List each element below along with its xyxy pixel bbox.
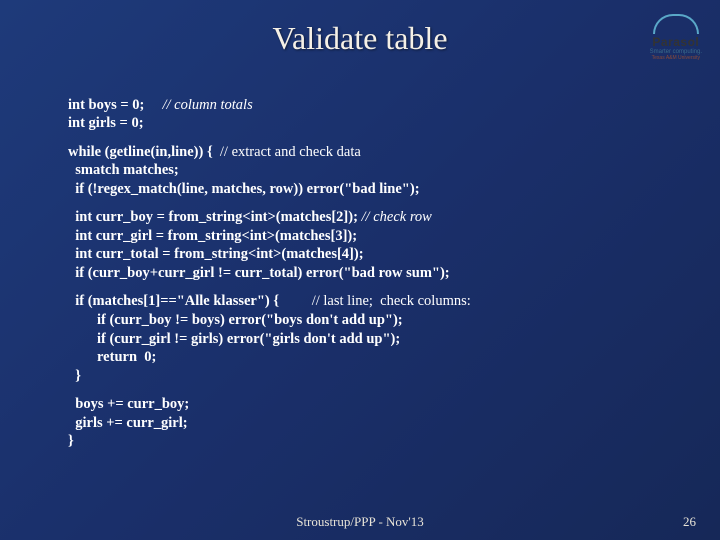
code-comment: // extract and check data [220, 144, 361, 160]
code-line: while (getline(in,line)) { [68, 144, 220, 160]
logo-arc-icon [653, 14, 699, 34]
code-line: int curr_boy = from_string<int>(matches[… [68, 209, 362, 225]
code-comment: // last line; check columns: [312, 293, 471, 309]
code-para-1: int boys = 0; // column totals int girls… [68, 96, 720, 133]
code-line: girls += curr_girl; [68, 415, 188, 431]
code-line: if (!regex_match(line, matches, row)) er… [68, 181, 420, 197]
slide: Parasol Smarter computing. Texas A&M Uni… [0, 0, 720, 540]
code-line: int curr_girl = from_string<int>(matches… [68, 228, 357, 244]
code-line: if (matches[1]=="Alle klasser") { [68, 293, 312, 309]
logo-name: Parasol [650, 35, 702, 49]
code-line: boys += curr_boy; [68, 396, 189, 412]
code-line: if (curr_boy != boys) error("boys don't … [68, 312, 403, 328]
code-para-5: boys += curr_boy; girls += curr_girl; } [68, 395, 720, 451]
footer-text: Stroustrup/PPP - Nov'13 [0, 514, 720, 530]
slide-title: Validate table [0, 20, 720, 57]
code-para-2: while (getline(in,line)) { // extract an… [68, 143, 720, 199]
code-para-4: if (matches[1]=="Alle klasser") { // las… [68, 292, 720, 385]
code-line: if (curr_boy+curr_girl != curr_total) er… [68, 265, 450, 281]
page-number: 26 [683, 514, 696, 530]
code-block: int boys = 0; // column totals int girls… [0, 77, 720, 451]
code-para-3: int curr_boy = from_string<int>(matches[… [68, 208, 720, 282]
code-comment: // column totals [144, 97, 252, 113]
code-line: return 0; [68, 349, 156, 365]
code-line: if (curr_girl != girls) error("girls don… [68, 331, 400, 347]
code-comment: // check row [362, 209, 432, 225]
code-line: int girls = 0; [68, 115, 144, 131]
code-line: } [68, 433, 74, 449]
parasol-logo: Parasol Smarter computing. Texas A&M Uni… [650, 14, 702, 61]
code-line: smatch matches; [68, 162, 179, 178]
code-line: int boys = 0; [68, 97, 144, 113]
logo-sub: Texas A&M University [650, 55, 702, 61]
code-line: int curr_total = from_string<int>(matche… [68, 246, 364, 262]
code-line: } [68, 368, 81, 384]
